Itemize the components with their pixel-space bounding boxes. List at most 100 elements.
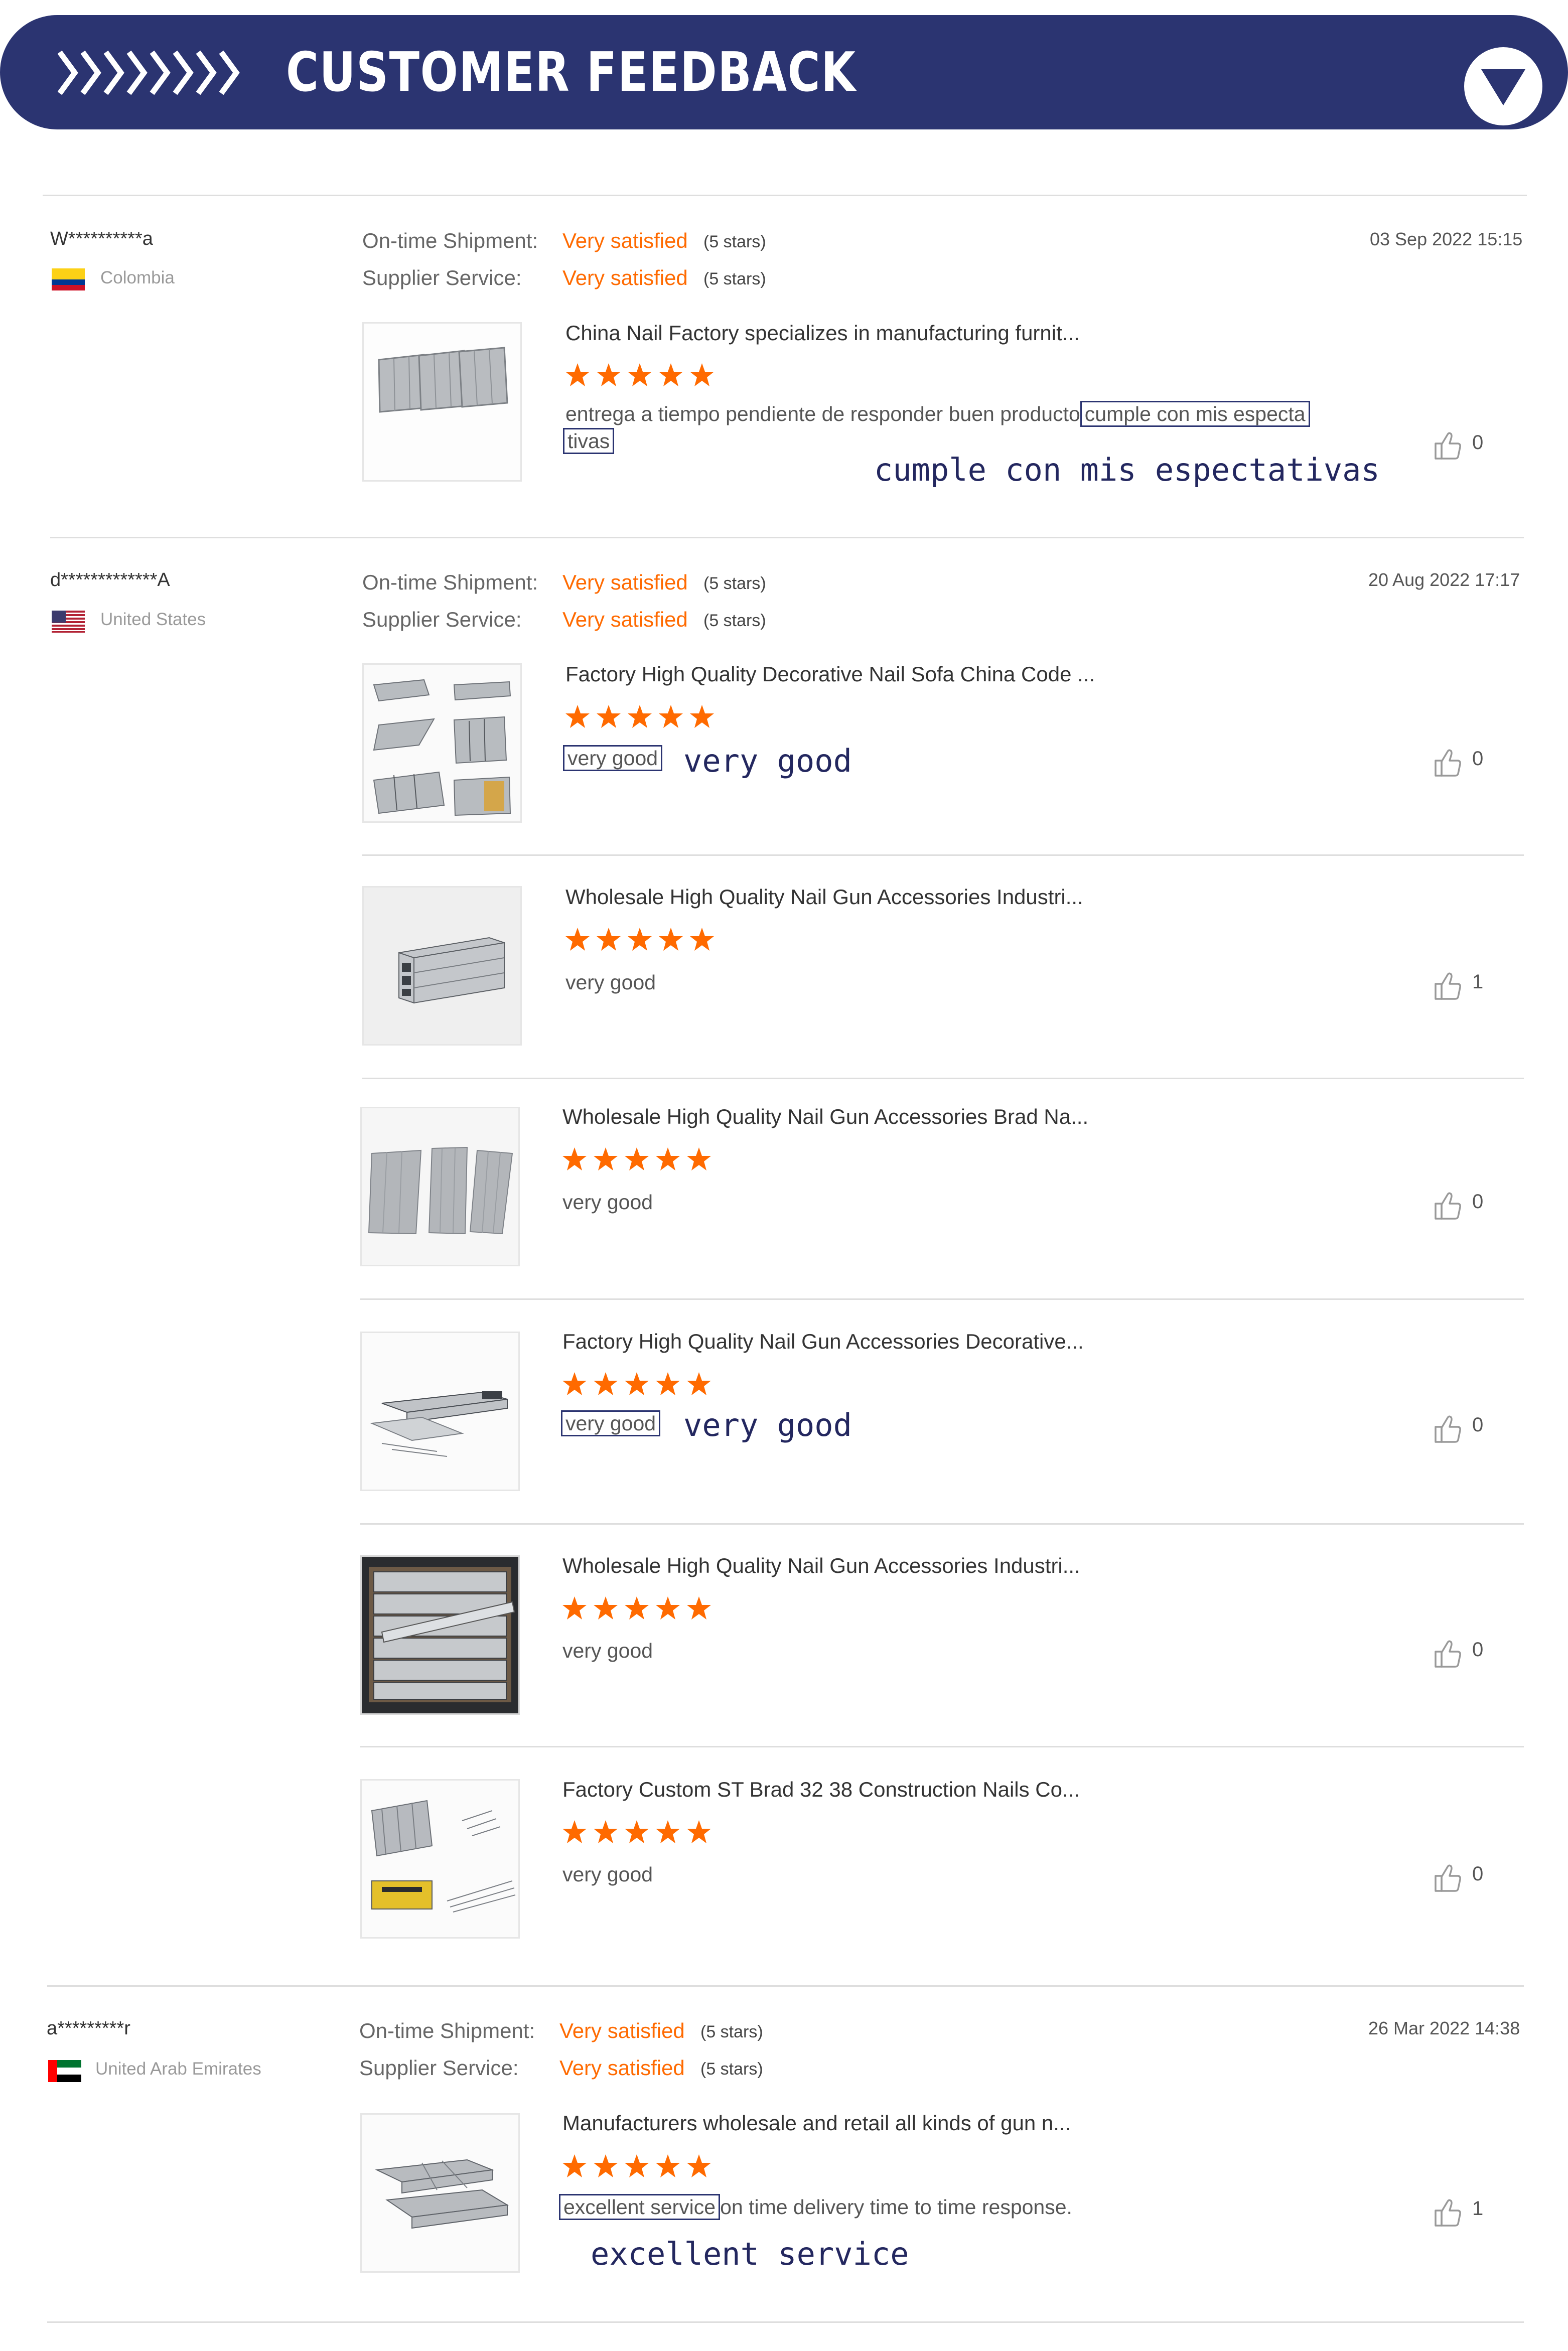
translation-callout: very good	[683, 743, 852, 779]
five-star-rating	[565, 928, 714, 951]
like-count: 1	[1472, 2197, 1484, 2220]
like-count: 0	[1472, 748, 1484, 770]
shipment-rating: Very satisfied	[562, 570, 688, 594]
divider	[360, 1298, 1524, 1300]
divider	[360, 1746, 1524, 1747]
review-text: very good	[565, 971, 656, 994]
nail-stack-image	[364, 888, 520, 1044]
five-star-rating	[565, 705, 714, 728]
divider	[360, 1523, 1524, 1525]
shipment-label: On-time Shipment:	[359, 2019, 535, 2042]
product-thumbnail[interactable]	[360, 1332, 520, 1491]
thumbs-up-icon[interactable]	[1434, 1414, 1462, 1444]
service-label: Supplier Service:	[362, 608, 522, 631]
review-highlight: very good	[561, 1410, 661, 1436]
thumbs-up-icon[interactable]	[1434, 1639, 1462, 1669]
thumbs-up-icon[interactable]	[1434, 430, 1462, 461]
review-text-plain: entrega a tiempo pendiente de responder …	[565, 402, 1080, 425]
nail-assortment-image	[364, 665, 520, 821]
chevrons-icon	[58, 50, 240, 95]
shipment-rating: Very satisfied	[559, 2019, 685, 2042]
thumbs-up-icon[interactable]	[1434, 1863, 1462, 1893]
review-text: very good	[563, 745, 663, 771]
service-rating: Very satisfied	[562, 608, 688, 631]
triangle-down-icon	[1481, 69, 1525, 105]
divider	[43, 195, 1527, 196]
shipment-label: On-time Shipment:	[362, 229, 538, 252]
product-thumbnail[interactable]	[362, 886, 522, 1046]
five-star-rating	[562, 1820, 711, 1843]
feedback-header-banner: CUSTOMER FEEDBACK	[0, 15, 1568, 129]
thumbs-up-icon[interactable]	[1434, 971, 1462, 1001]
shipment-label: On-time Shipment:	[362, 570, 538, 594]
decorative-nails-image	[362, 1333, 518, 1490]
service-rating: Very satisfied	[562, 266, 688, 289]
divider	[47, 2321, 1524, 2323]
reviewer-name: a*********r	[47, 2018, 130, 2039]
service-label: Supplier Service:	[362, 266, 522, 289]
like-count: 0	[1472, 1414, 1484, 1436]
review-highlight: excellent service	[559, 2194, 721, 2220]
divider	[362, 854, 1524, 856]
review-text-plain: on time delivery time to time response.	[720, 2195, 1072, 2219]
product-title-link[interactable]: Factory Custom ST Brad 32 38 Constructio…	[562, 1778, 1080, 1802]
five-star-rating	[562, 1372, 711, 1395]
review-text: very good	[562, 1863, 653, 1886]
reviewer-country: Colombia	[100, 268, 175, 287]
product-thumbnail[interactable]	[362, 322, 522, 482]
shipment-stars: (5 stars)	[703, 232, 766, 251]
like-count: 0	[1472, 431, 1484, 454]
product-thumbnail[interactable]	[360, 1107, 520, 1266]
product-title-link[interactable]: Factory High Quality Nail Gun Accessorie…	[562, 1330, 1084, 1354]
product-title-link[interactable]: Manufacturers wholesale and retail all k…	[562, 2111, 1071, 2135]
reviewer-country: United Arab Emirates	[95, 2059, 261, 2079]
thumbs-up-icon[interactable]	[1434, 2197, 1462, 2228]
product-title-link[interactable]: Wholesale High Quality Nail Gun Accessor…	[565, 885, 1083, 909]
like-count: 0	[1472, 1863, 1484, 1885]
thumbs-up-icon[interactable]	[1434, 748, 1462, 778]
review-text: very good	[562, 1191, 653, 1214]
reviewer-name: W**********a	[50, 228, 153, 249]
service-label: Supplier Service:	[359, 2056, 519, 2080]
nail-strips-image	[364, 324, 520, 480]
service-stars: (5 stars)	[703, 611, 766, 630]
review-text: excellent service on time delivery time t…	[559, 2194, 1072, 2220]
flag-colombia-icon	[52, 268, 85, 290]
collapse-toggle-button[interactable]	[1464, 47, 1542, 125]
service-rating: Very satisfied	[559, 2056, 685, 2080]
like-count: 0	[1472, 1639, 1484, 1661]
thumbs-up-icon[interactable]	[1434, 1191, 1462, 1221]
product-thumbnail[interactable]	[360, 1779, 520, 1939]
flag-united-states-icon	[52, 611, 85, 633]
page-title: CUSTOMER FEEDBACK	[286, 41, 857, 104]
review-text: entrega a tiempo pendiente de responder …	[565, 401, 1310, 427]
review-text: very good	[562, 1639, 653, 1662]
like-count: 1	[1472, 971, 1484, 993]
service-stars: (5 stars)	[703, 269, 766, 288]
shipment-stars: (5 stars)	[703, 574, 766, 593]
product-title-link[interactable]: Wholesale High Quality Nail Gun Accessor…	[562, 1554, 1080, 1578]
product-thumbnail[interactable]	[360, 1555, 520, 1715]
review-date: 03 Sep 2022 15:15	[1370, 229, 1523, 249]
product-title-link[interactable]: Wholesale High Quality Nail Gun Accessor…	[562, 1105, 1088, 1129]
review-highlight-continued: tivas	[563, 428, 615, 454]
divider	[362, 1078, 1524, 1079]
shipment-rating: Very satisfied	[562, 229, 688, 252]
product-thumbnail[interactable]	[362, 663, 522, 823]
translation-callout: very good	[683, 1407, 852, 1443]
five-star-rating	[565, 363, 714, 386]
brad-nail-strips-image	[362, 1108, 518, 1265]
like-count: 0	[1472, 1191, 1484, 1213]
review-highlight: very good	[563, 745, 663, 771]
flag-united-arab-emirates-icon	[48, 2060, 81, 2082]
gun-nails-image	[362, 2115, 518, 2271]
service-stars: (5 stars)	[700, 2060, 763, 2079]
product-thumbnail[interactable]	[360, 2113, 520, 2273]
product-title-link[interactable]: Factory High Quality Decorative Nail Sof…	[565, 662, 1095, 686]
review-date: 26 Mar 2022 14:38	[1368, 2018, 1520, 2038]
review-text: very good	[561, 1410, 661, 1436]
boxed-nails-image	[362, 1557, 518, 1713]
five-star-rating	[562, 2154, 711, 2177]
product-title-link[interactable]: China Nail Factory specializes in manufa…	[565, 321, 1080, 345]
reviewer-name: d*************A	[50, 569, 170, 591]
